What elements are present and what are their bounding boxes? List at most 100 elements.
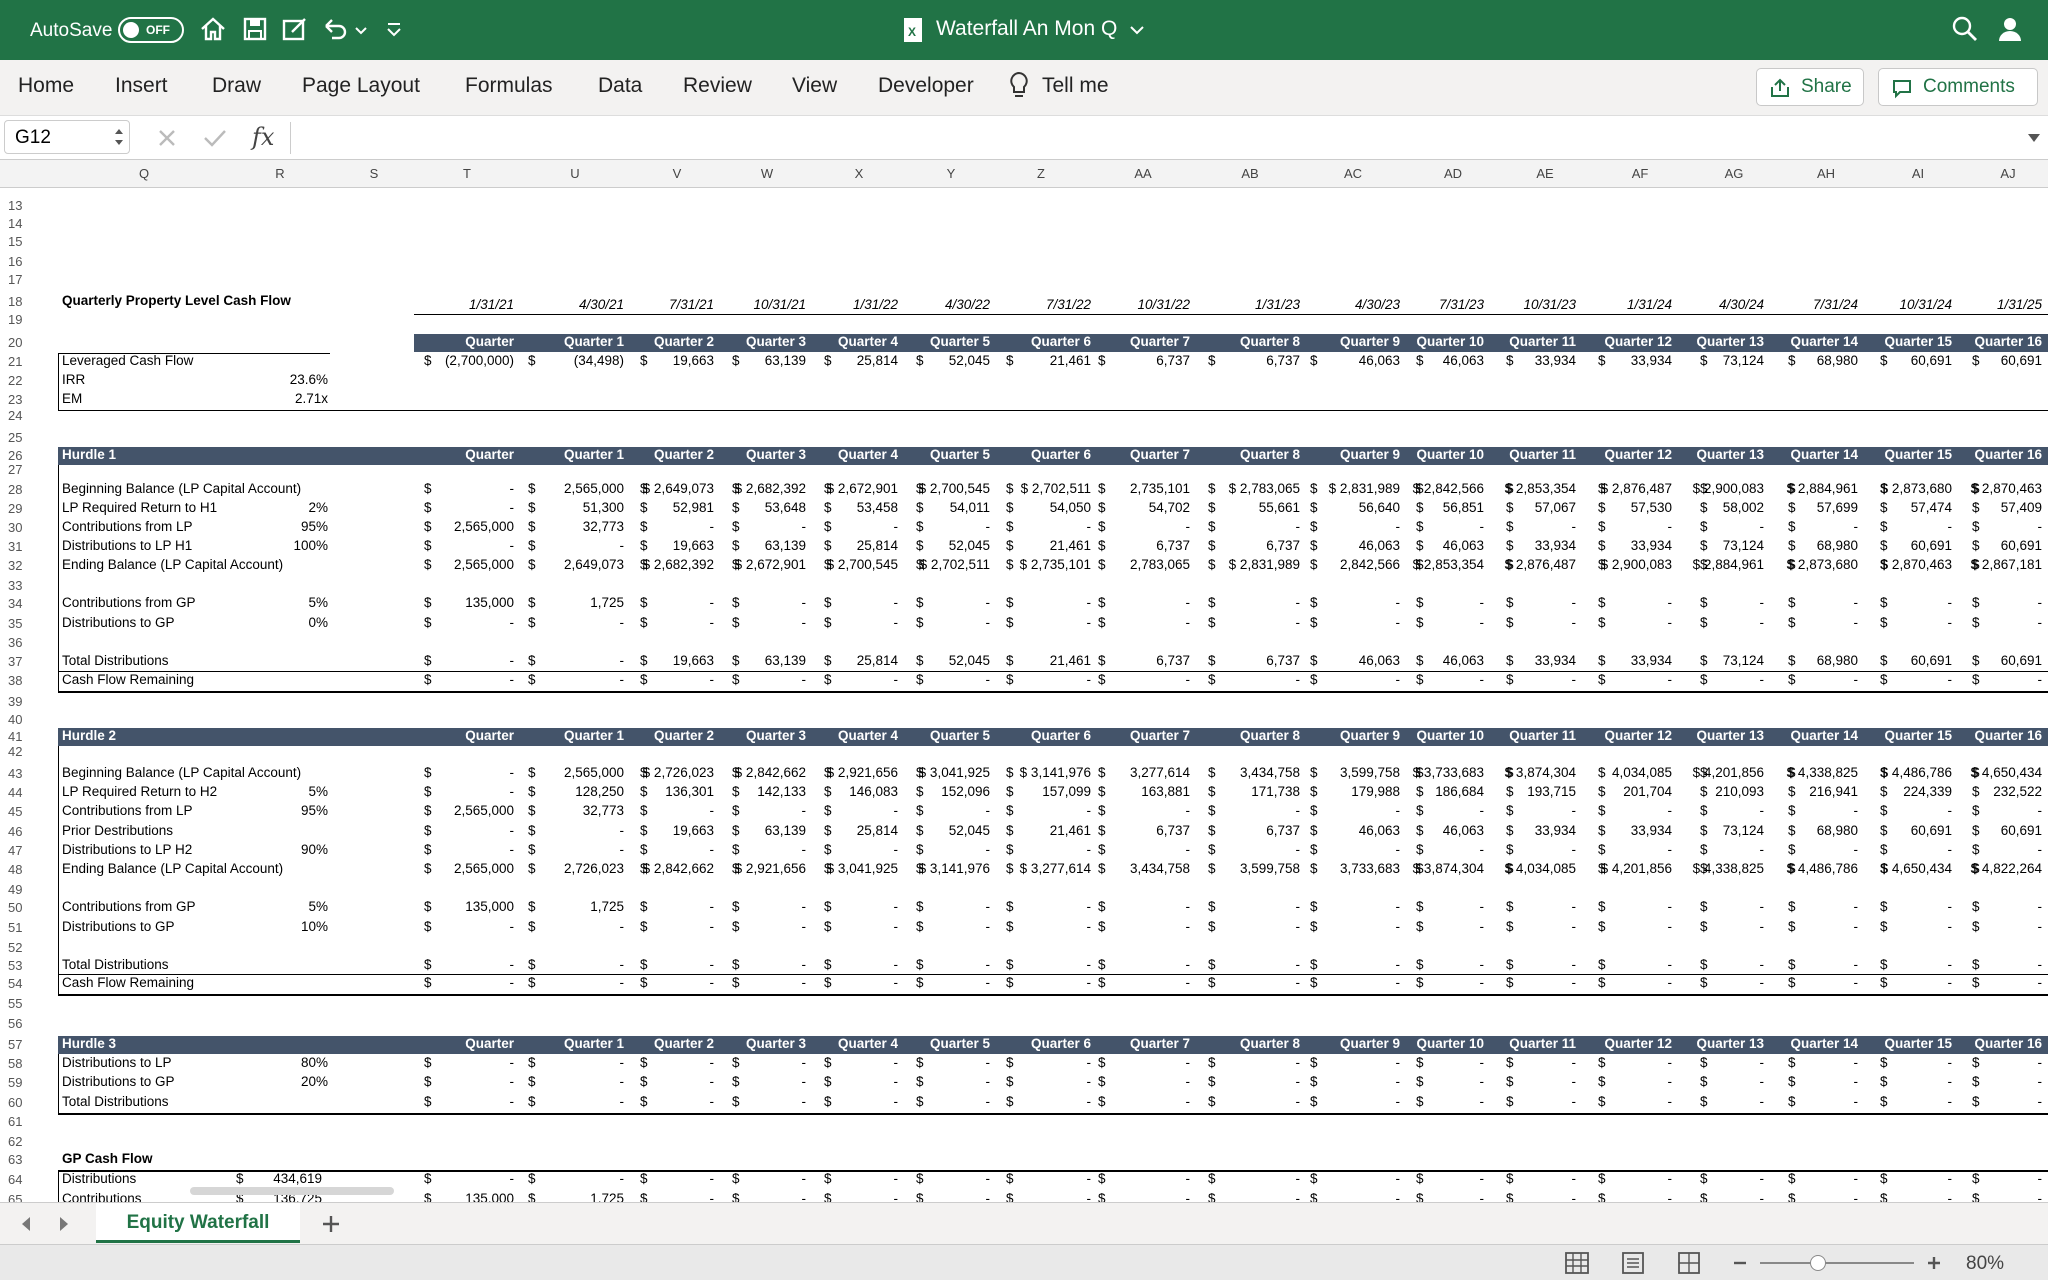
column-header[interactable]: Z <box>1037 166 1045 181</box>
row-header[interactable]: 64 <box>0 1172 58 1187</box>
name-box[interactable]: G12 <box>4 120 130 154</box>
column-header[interactable]: AH <box>1817 166 1835 181</box>
row-header[interactable]: 13 <box>0 198 58 213</box>
column-header[interactable]: T <box>463 166 471 181</box>
row-header[interactable]: 61 <box>0 1114 58 1129</box>
share-button[interactable]: Share <box>1756 68 1864 106</box>
row-header[interactable]: 16 <box>0 254 58 269</box>
row-header[interactable]: 40 <box>0 712 58 727</box>
row-header[interactable]: 65 <box>0 1192 58 1202</box>
comments-button[interactable]: Comments <box>1878 68 2038 106</box>
row-header[interactable]: 49 <box>0 882 58 897</box>
row-header[interactable]: 27 <box>0 462 58 477</box>
prev-sheet-icon[interactable] <box>18 1215 34 1233</box>
column-header[interactable]: Y <box>947 166 956 181</box>
row-header[interactable]: 47 <box>0 843 58 858</box>
undo-icon[interactable] <box>320 14 350 44</box>
row-header[interactable]: 54 <box>0 976 58 991</box>
column-header[interactable]: AJ <box>2000 166 2015 181</box>
column-header[interactable]: AD <box>1444 166 1462 181</box>
tab-view[interactable]: View <box>792 74 837 98</box>
save-icon[interactable] <box>240 14 270 44</box>
enter-icon[interactable] <box>202 126 228 150</box>
page-break-view-icon[interactable] <box>1676 1251 1702 1275</box>
row-header[interactable]: 42 <box>0 744 58 759</box>
tab-page-layout[interactable]: Page Layout <box>302 74 420 98</box>
row-header[interactable]: 15 <box>0 234 58 249</box>
cancel-icon[interactable] <box>155 126 179 150</box>
column-header[interactable]: AC <box>1344 166 1362 181</box>
undo-dropdown-icon[interactable] <box>352 14 370 44</box>
row-header[interactable]: 34 <box>0 596 58 611</box>
row-header[interactable]: 39 <box>0 694 58 709</box>
zoom-in-icon[interactable] <box>1924 1253 1944 1273</box>
row-header[interactable]: 38 <box>0 673 58 688</box>
add-sheet-icon[interactable] <box>320 1213 342 1235</box>
row-header[interactable]: 18 <box>0 294 58 309</box>
next-sheet-icon[interactable] <box>56 1215 72 1233</box>
column-header[interactable]: AF <box>1632 166 1649 181</box>
row-header[interactable]: 32 <box>0 558 58 573</box>
row-header[interactable]: 28 <box>0 482 58 497</box>
row-header[interactable]: 56 <box>0 1016 58 1031</box>
column-header[interactable]: S <box>370 166 379 181</box>
document-title[interactable]: Waterfall An Mon Q <box>936 17 1117 41</box>
row-header[interactable]: 24 <box>0 408 58 423</box>
tab-formulas[interactable]: Formulas <box>465 74 553 98</box>
home-icon[interactable] <box>198 14 228 44</box>
tab-review[interactable]: Review <box>683 74 752 98</box>
row-header[interactable]: 22 <box>0 373 58 388</box>
row-header[interactable]: 51 <box>0 920 58 935</box>
tab-draw[interactable]: Draw <box>212 74 261 98</box>
tab-developer[interactable]: Developer <box>878 74 974 98</box>
row-header[interactable]: 37 <box>0 654 58 669</box>
row-header[interactable]: 29 <box>0 501 58 516</box>
row-header[interactable]: 36 <box>0 635 58 650</box>
autosave-toggle[interactable]: OFF <box>118 17 184 43</box>
tab-home[interactable]: Home <box>18 74 74 98</box>
row-header[interactable]: 26 <box>0 448 58 463</box>
horizontal-scrollbar[interactable] <box>190 1187 394 1195</box>
column-header[interactable]: AG <box>1725 166 1744 181</box>
zoom-out-icon[interactable] <box>1730 1253 1750 1273</box>
tell-me-box[interactable]: Tell me <box>1042 74 1109 98</box>
column-header[interactable]: X <box>855 166 864 181</box>
column-header[interactable]: AB <box>1241 166 1258 181</box>
row-header[interactable]: 44 <box>0 785 58 800</box>
row-header[interactable]: 25 <box>0 430 58 445</box>
row-header[interactable]: 60 <box>0 1095 58 1110</box>
row-header[interactable]: 30 <box>0 520 58 535</box>
name-box-stepper-icon[interactable] <box>113 124 125 150</box>
row-header[interactable]: 58 <box>0 1056 58 1071</box>
row-header[interactable]: 23 <box>0 392 58 407</box>
row-header[interactable]: 50 <box>0 900 58 915</box>
column-header[interactable]: V <box>673 166 682 181</box>
row-header[interactable]: 45 <box>0 804 58 819</box>
zoom-slider[interactable] <box>1760 1262 1914 1264</box>
spreadsheet-grid[interactable]: Q R S T U V W X Y Z AA AB AC AD AE AF AG AH AI AJ 13 14 15 16 1… <box>0 160 2048 1202</box>
expand-formula-icon[interactable] <box>2026 130 2042 146</box>
row-header[interactable]: 31 <box>0 539 58 554</box>
insert-function-button[interactable]: fx <box>252 123 274 151</box>
row-header[interactable]: 43 <box>0 766 58 781</box>
row-header[interactable]: 55 <box>0 996 58 1011</box>
row-header[interactable]: 20 <box>0 335 58 350</box>
row-header[interactable]: 62 <box>0 1134 58 1149</box>
tab-insert[interactable]: Insert <box>115 74 168 98</box>
row-header[interactable]: 35 <box>0 616 58 631</box>
row-header[interactable]: 33 <box>0 578 58 593</box>
row-header[interactable]: 14 <box>0 216 58 231</box>
column-header[interactable]: AA <box>1134 166 1151 181</box>
row-header[interactable]: 53 <box>0 958 58 973</box>
row-header[interactable]: 52 <box>0 940 58 955</box>
sheet-tab-equity-waterfall[interactable]: Equity Waterfall <box>96 1203 300 1243</box>
page-layout-view-icon[interactable] <box>1620 1251 1646 1275</box>
row-header[interactable]: 17 <box>0 272 58 287</box>
zoom-level[interactable]: 80% <box>1966 1253 2004 1275</box>
column-header[interactable]: Q <box>139 166 149 181</box>
normal-view-icon[interactable] <box>1564 1251 1590 1275</box>
zoom-slider-thumb[interactable] <box>1810 1255 1826 1271</box>
row-header[interactable]: 48 <box>0 862 58 877</box>
column-header[interactable]: AI <box>1912 166 1924 181</box>
row-header[interactable]: 41 <box>0 729 58 744</box>
